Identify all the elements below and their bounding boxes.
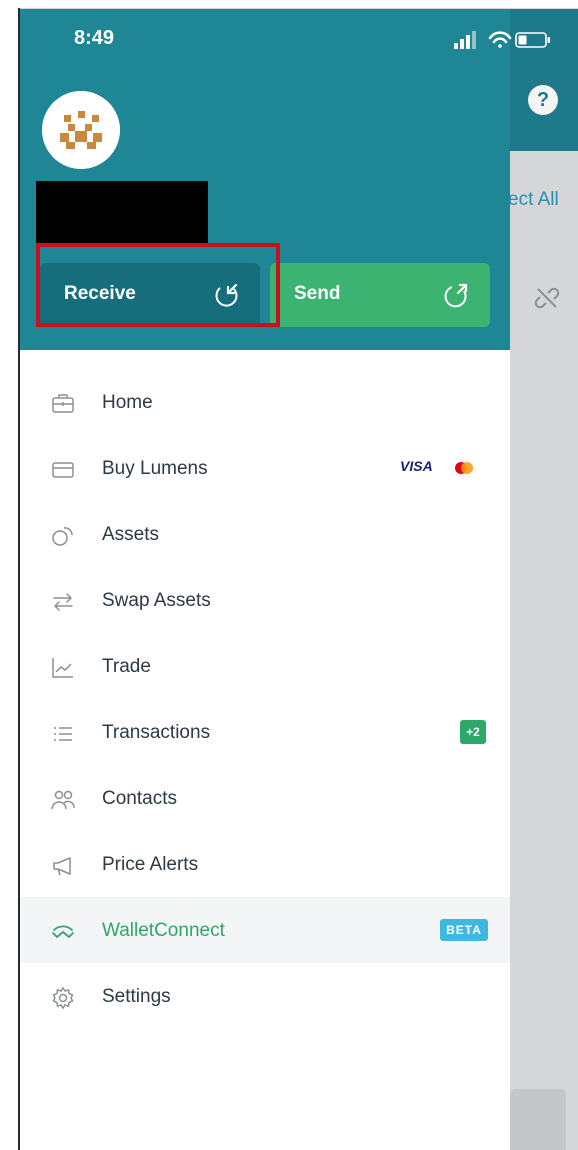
menu-item-home[interactable]: Home <box>20 369 510 435</box>
menu-item-transactions[interactable]: Transactions +2 <box>20 699 510 765</box>
signal-icon <box>454 31 476 49</box>
menu-label-walletconnect: WalletConnect <box>102 920 225 941</box>
menu-item-settings[interactable]: Settings <box>20 963 510 1029</box>
help-button[interactable]: ? <box>528 85 558 115</box>
menu-label-trade: Trade <box>102 656 151 677</box>
mastercard-icon <box>455 462 473 474</box>
contacts-icon <box>51 790 75 810</box>
select-all-link[interactable]: ect All <box>508 189 559 211</box>
megaphone-icon <box>53 857 71 876</box>
beta-badge: BETA <box>440 919 488 941</box>
avatar[interactable] <box>42 91 120 169</box>
drawer-menu: Home Buy Lumens VISA Assets Swap Assets … <box>20 369 510 1029</box>
menu-item-price-alerts[interactable]: Price Alerts <box>20 831 510 897</box>
frame-left-line <box>18 8 20 1150</box>
card-icon <box>52 462 74 478</box>
menu-label-swap-assets: Swap Assets <box>102 590 211 611</box>
briefcase-icon <box>52 394 74 413</box>
receive-highlight-outline <box>36 243 280 327</box>
coins-icon <box>52 527 73 546</box>
menu-label-contacts: Contacts <box>102 788 177 809</box>
walletconnect-icon <box>52 925 74 938</box>
send-label: Send <box>294 283 341 304</box>
list-icon <box>54 727 72 741</box>
menu-item-buy-lumens[interactable]: Buy Lumens VISA <box>20 435 510 501</box>
menu-item-swap-assets[interactable]: Swap Assets <box>20 567 510 633</box>
menu-item-contacts[interactable]: Contacts <box>20 765 510 831</box>
wifi-icon <box>488 31 512 48</box>
visa-logo: VISA <box>400 458 433 474</box>
redacted-account-name <box>36 181 208 243</box>
menu-label-home: Home <box>102 392 153 413</box>
menu-item-walletconnect[interactable]: WalletConnect BETA <box>20 897 510 963</box>
menu-item-trade[interactable]: Trade <box>20 633 510 699</box>
menu-label-assets: Assets <box>102 524 160 545</box>
menu-label-settings: Settings <box>102 986 171 1007</box>
drawer-header: 8:49 Receive Send <box>20 9 550 350</box>
menu-label-price-alerts: Price Alerts <box>102 854 199 875</box>
menu-label-transactions: Transactions <box>102 722 211 743</box>
background-card <box>510 1089 566 1150</box>
unlink-icon[interactable] <box>532 283 562 313</box>
navigation-drawer: 8:49 Receive Send Home Buy Lumens VISA A… <box>20 9 550 1150</box>
transactions-count-badge: +2 <box>460 720 486 744</box>
send-button[interactable]: Send <box>270 263 490 327</box>
status-icons <box>454 31 550 49</box>
chart-icon <box>52 658 73 678</box>
battery-icon <box>515 32 550 48</box>
menu-label-buy-lumens: Buy Lumens <box>102 458 208 479</box>
status-time: 8:49 <box>74 27 115 49</box>
swap-icon <box>53 593 73 611</box>
gear-icon <box>52 986 74 1010</box>
send-arrow-icon <box>444 283 468 308</box>
menu-item-assets[interactable]: Assets <box>20 501 510 567</box>
